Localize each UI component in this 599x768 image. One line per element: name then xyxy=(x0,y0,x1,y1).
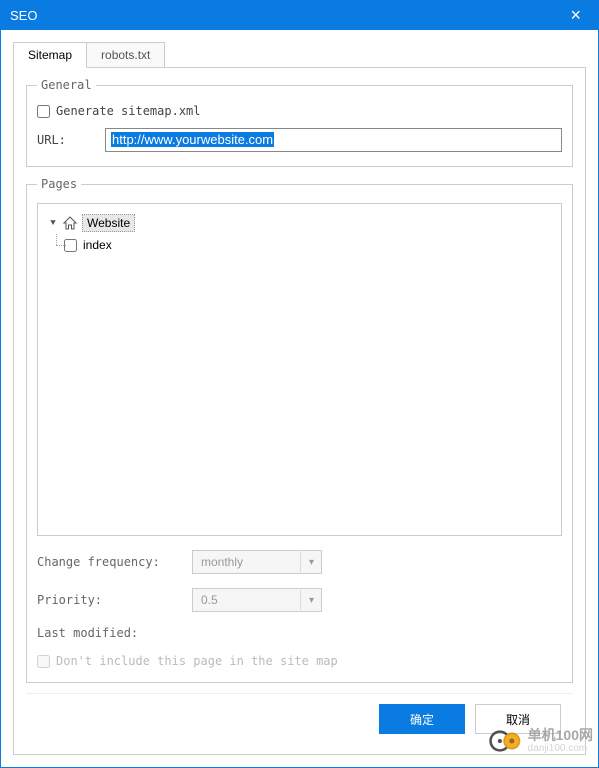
pages-legend: Pages xyxy=(37,177,81,191)
chevron-down-icon: ▾ xyxy=(300,550,322,574)
generate-sitemap-checkbox[interactable] xyxy=(37,105,50,118)
change-frequency-select[interactable]: monthly ▾ xyxy=(192,550,322,574)
tab-robots[interactable]: robots.txt xyxy=(86,42,165,68)
tab-sitemap[interactable]: Sitemap xyxy=(13,42,87,68)
url-input[interactable]: http://www.yourwebsite.com xyxy=(105,128,562,152)
last-modified-label: Last modified: xyxy=(37,626,192,640)
pages-fieldset: Pages ⯆ Website index Change fr xyxy=(26,177,573,683)
priority-select[interactable]: 0.5 ▾ xyxy=(192,588,322,612)
dialog-footer: 确定 取消 xyxy=(26,693,573,744)
exclude-page-label: Don't include this page in the site map xyxy=(56,654,338,668)
home-icon xyxy=(62,215,78,231)
url-label: URL: xyxy=(37,133,105,147)
tree-item-label: index xyxy=(83,238,112,252)
chevron-down-icon[interactable]: ⯆ xyxy=(46,218,60,229)
general-fieldset: General Generate sitemap.xml URL: http:/… xyxy=(26,78,573,167)
tab-bar: Sitemap robots.txt xyxy=(13,42,586,68)
generate-sitemap-label: Generate sitemap.xml xyxy=(56,104,201,118)
tree-root-label: Website xyxy=(82,214,135,232)
content-area: Sitemap robots.txt General Generate site… xyxy=(0,30,599,768)
priority-label: Priority: xyxy=(37,593,192,607)
tree-item-checkbox[interactable] xyxy=(64,239,77,252)
tree-children: index xyxy=(46,234,553,256)
close-icon[interactable]: × xyxy=(562,0,589,30)
pages-tree[interactable]: ⯆ Website index xyxy=(37,203,562,536)
tab-panel-sitemap: General Generate sitemap.xml URL: http:/… xyxy=(13,67,586,755)
tree-item[interactable]: index xyxy=(64,234,553,256)
ok-button[interactable]: 确定 xyxy=(379,704,465,734)
chevron-down-icon: ▾ xyxy=(300,588,322,612)
exclude-page-checkbox[interactable] xyxy=(37,655,50,668)
titlebar: SEO × xyxy=(0,0,599,30)
cancel-button[interactable]: 取消 xyxy=(475,704,561,734)
tree-root-item[interactable]: ⯆ Website xyxy=(46,212,553,234)
general-legend: General xyxy=(37,78,96,92)
window-title: SEO xyxy=(10,8,37,23)
url-value: http://www.yourwebsite.com xyxy=(111,132,274,147)
change-frequency-label: Change frequency: xyxy=(37,555,192,569)
